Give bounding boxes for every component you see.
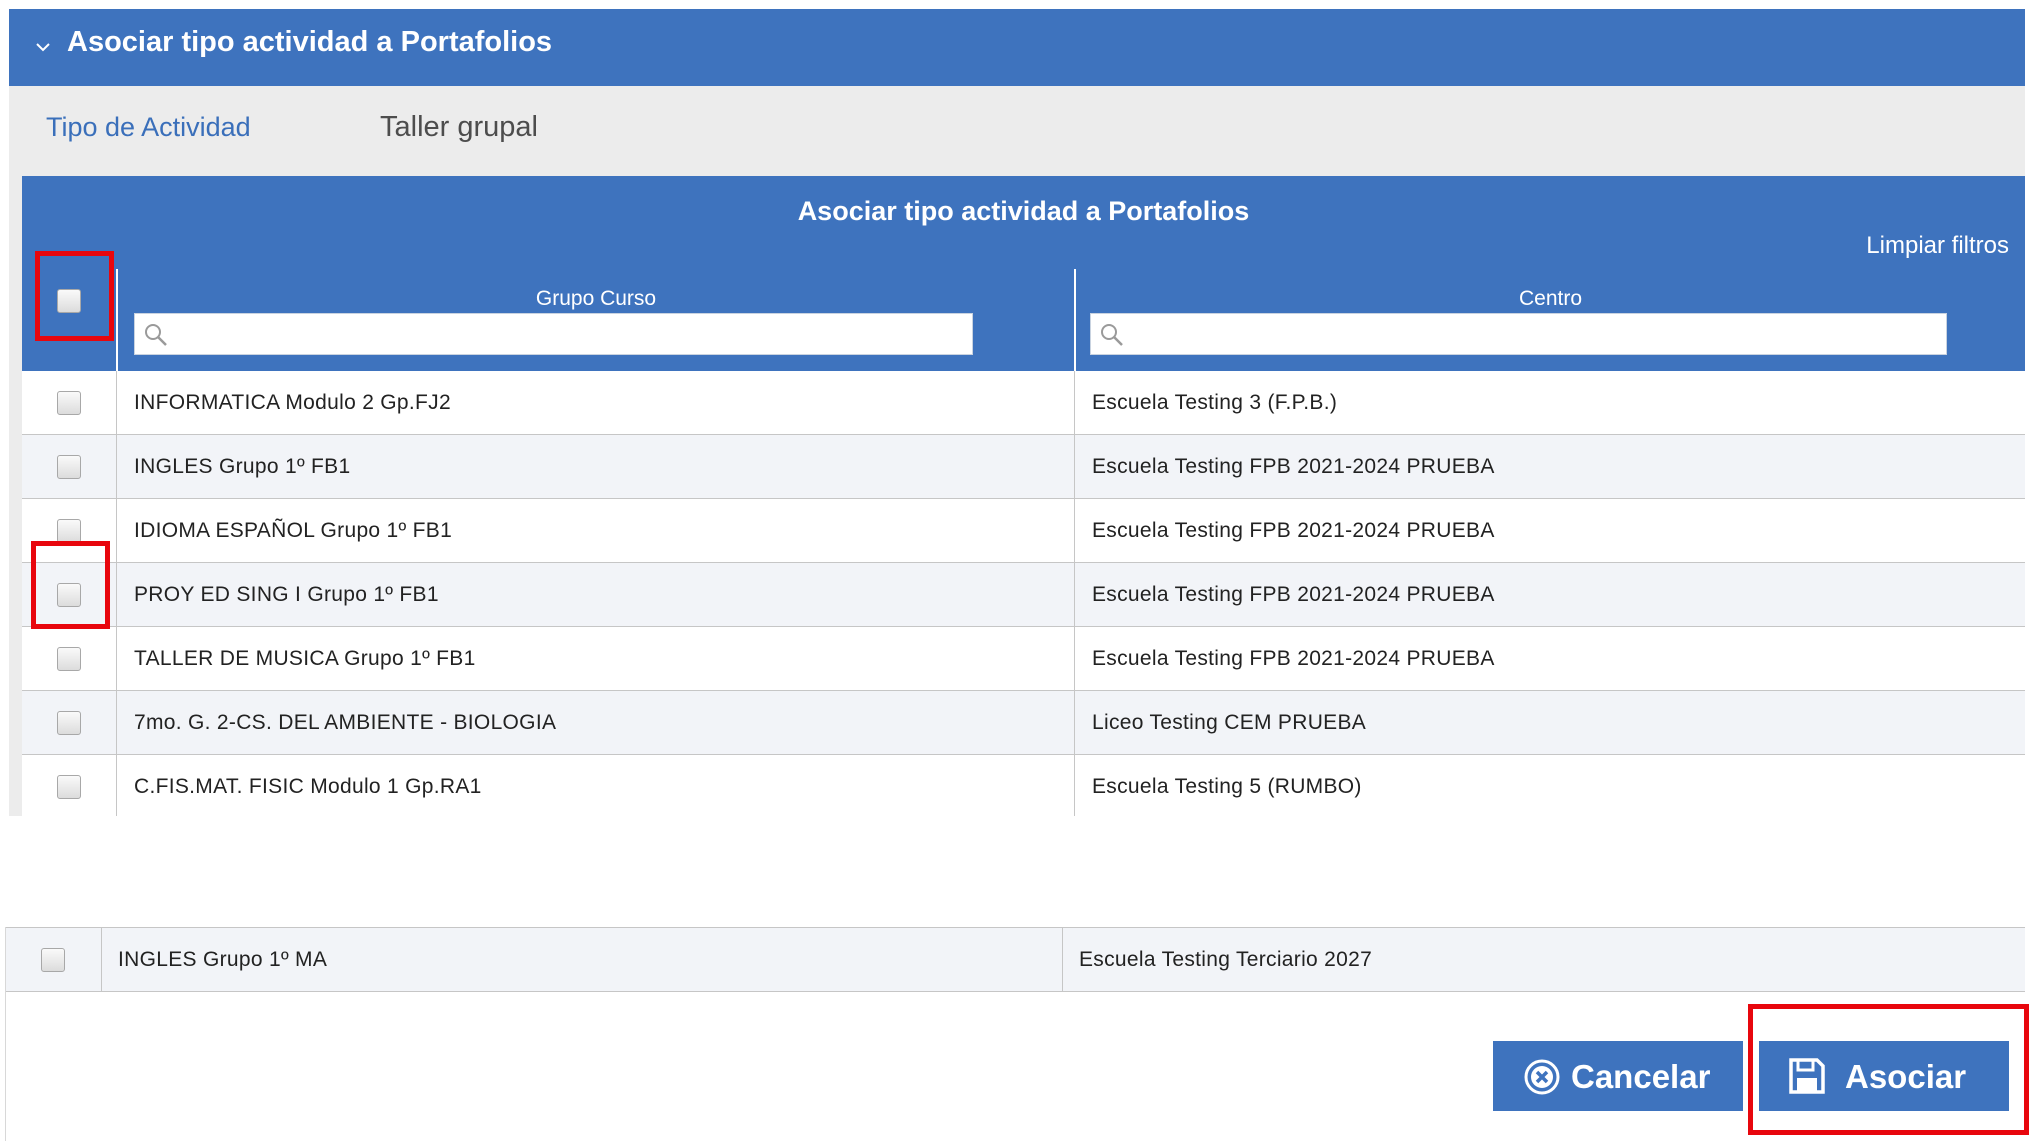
highlight-select-all: [35, 251, 114, 341]
row-checkbox[interactable]: [57, 455, 81, 479]
grid-caption: Asociar tipo actividad a Portafolios Lim…: [22, 176, 2025, 269]
row-group: 7mo. G. 2-CS. DEL AMBIENTE - BIOLOGIA: [134, 711, 557, 734]
row-center: Escuela Testing 5 (RUMBO): [1092, 775, 1362, 798]
table-row[interactable]: PROY ED SING I Grupo 1º FB1 Escuela Test…: [22, 563, 2025, 627]
table-row[interactable]: INGLES Grupo 1º MA Escuela Testing Terci…: [6, 927, 2025, 992]
row-checkbox[interactable]: [57, 711, 81, 735]
row-checkbox[interactable]: [57, 647, 81, 671]
row-center: Escuela Testing Terciario 2027: [1079, 948, 1373, 971]
row-center: Escuela Testing 3 (F.P.B.): [1092, 391, 1338, 414]
grid-header: Grupo Curso Centro: [22, 269, 2025, 371]
section-header[interactable]: Asociar tipo actividad a Portafolios: [9, 9, 2025, 86]
highlight-row-checkbox: [31, 541, 110, 629]
row-group: C.FIS.MAT. FISIC Modulo 1 Gp.RA1: [134, 775, 482, 798]
group-filter-input[interactable]: [134, 313, 973, 355]
search-icon: [1101, 324, 1123, 346]
center-filter-input[interactable]: [1090, 313, 1947, 355]
row-group: INGLES Grupo 1º MA: [118, 948, 328, 971]
highlight-associate-button: [1748, 1004, 2029, 1135]
activity-type-value: Taller grupal: [380, 111, 538, 143]
cancel-button-label: Cancelar: [1571, 1058, 1711, 1095]
table-row[interactable]: INGLES Grupo 1º FB1 Escuela Testing FPB …: [22, 435, 2025, 499]
row-group: IDIOMA ESPAÑOL Grupo 1º FB1: [134, 519, 453, 542]
row-center: Escuela Testing FPB 2021-2024 PRUEBA: [1092, 519, 1495, 542]
table-row[interactable]: 7mo. G. 2-CS. DEL AMBIENTE - BIOLOGIA Li…: [22, 691, 2025, 755]
column-header-group-label: Grupo Curso: [535, 287, 657, 310]
cancel-circle-icon: [1524, 1059, 1560, 1095]
table-row[interactable]: IDIOMA ESPAÑOL Grupo 1º FB1 Escuela Test…: [22, 499, 2025, 563]
activity-type-label: Tipo de Actividad: [46, 112, 251, 142]
search-icon: [145, 324, 167, 346]
table-row[interactable]: C.FIS.MAT. FISIC Modulo 1 Gp.RA1 Escuela…: [22, 755, 2025, 816]
row-group: INGLES Grupo 1º FB1: [134, 455, 351, 478]
row-center: Escuela Testing FPB 2021-2024 PRUEBA: [1092, 455, 1495, 478]
column-header-center: Centro: [1076, 269, 2025, 371]
row-group: PROY ED SING I Grupo 1º FB1: [134, 583, 439, 606]
row-center: Liceo Testing CEM PRUEBA: [1092, 711, 1367, 734]
row-center: Escuela Testing FPB 2021-2024 PRUEBA: [1092, 583, 1495, 606]
chevron-down-icon: [36, 43, 50, 52]
cancel-button[interactable]: Cancelar: [1493, 1041, 1743, 1111]
table-row[interactable]: TALLER DE MUSICA Grupo 1º FB1 Escuela Te…: [22, 627, 2025, 691]
row-group: INFORMATICA Modulo 2 Gp.FJ2: [134, 391, 451, 414]
row-checkbox[interactable]: [57, 519, 81, 543]
section-title: Asociar tipo actividad a Portafolios: [67, 26, 553, 58]
row-checkbox[interactable]: [57, 391, 81, 415]
table-row[interactable]: INFORMATICA Modulo 2 Gp.FJ2 Escuela Test…: [22, 371, 2025, 435]
row-group: TALLER DE MUSICA Grupo 1º FB1: [134, 647, 476, 670]
column-header-group: Grupo Curso: [118, 269, 1074, 371]
row-checkbox[interactable]: [57, 775, 81, 799]
row-center: Escuela Testing FPB 2021-2024 PRUEBA: [1092, 647, 1495, 670]
clear-filters-link[interactable]: Limpiar filtros: [1866, 232, 2009, 260]
row-checkbox[interactable]: [41, 948, 65, 972]
column-header-center-label: Centro: [1518, 287, 1583, 310]
grid-title: Asociar tipo actividad a Portafolios: [797, 196, 1250, 226]
